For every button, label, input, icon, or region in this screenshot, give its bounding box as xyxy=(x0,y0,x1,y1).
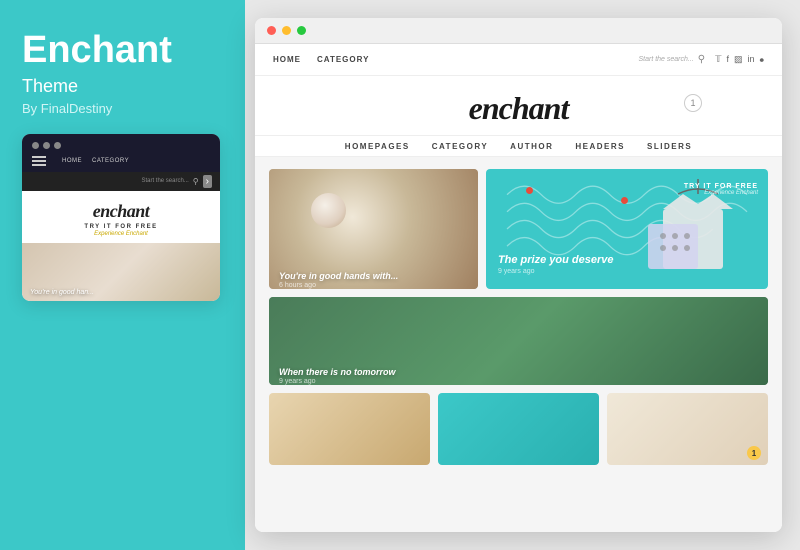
site-social-icons: 𝕋 f ▨ in ⦁ xyxy=(715,54,764,65)
mini-thumbnail: You're in good han... xyxy=(22,243,220,301)
site-nav-category[interactable]: CATEGORY xyxy=(317,55,369,64)
site-top-nav: HOME CATEGORY Start the search... ⚲ 𝕋 f … xyxy=(255,44,782,76)
grid-row-top: You're in good hands with... 6 hours ago xyxy=(269,169,768,289)
mini-preview-card: HOME CATEGORY Start the search... ⚲ › en… xyxy=(22,134,220,301)
card-bottom-3-badge: 1 xyxy=(747,446,761,460)
card-bot-3-img xyxy=(607,393,768,465)
site-logo: enchant xyxy=(255,90,782,127)
card-teal-clothes: TRY IT FOR FREE Experience Enchant The p… xyxy=(486,169,768,289)
nav-homepages[interactable]: HOMEPAGES xyxy=(345,142,410,151)
card-food-honey: You're in good hands with... 6 hours ago xyxy=(269,169,478,289)
mini-thumb-caption: You're in good han... xyxy=(30,289,94,296)
mini-hamburger-icon xyxy=(32,156,46,166)
card-top-left-caption: You're in good hands with... xyxy=(279,271,398,281)
browser-dot-red xyxy=(267,26,276,35)
mini-experience-label: Experience Enchant xyxy=(30,231,212,237)
try-badge-sub: Experience Enchant xyxy=(684,190,758,196)
grid-row-mid: When there is no tomorrow 9 years ago xyxy=(269,297,768,385)
instagram-icon[interactable]: ▨ xyxy=(734,54,743,65)
site-main-nav: HOMEPAGES CATEGORY AUTHOR HEADERS SLIDER… xyxy=(255,136,782,157)
browser-topbar xyxy=(255,18,782,44)
site-nav-left: HOME CATEGORY xyxy=(273,55,369,64)
sidebar-author: By FinalDestiny xyxy=(22,101,223,116)
browser-dot-green xyxy=(297,26,306,35)
pin-dot-1 xyxy=(526,187,533,194)
site-search-icon[interactable]: ⚲ xyxy=(698,54,705,65)
pinterest-icon[interactable]: ⦁ xyxy=(759,54,764,65)
mini-dot-1 xyxy=(32,142,39,149)
facebook-icon[interactable]: f xyxy=(726,54,729,65)
try-badge: TRY IT FOR FREE Experience Enchant xyxy=(684,183,758,196)
mini-try-label: TRY IT FOR FREE xyxy=(30,224,212,230)
mini-search-icon: ⚲ xyxy=(193,177,199,186)
grid-row-bottom: 1 xyxy=(269,393,768,465)
teal-card-content: The prize you deserve 9 years ago xyxy=(498,254,614,275)
mini-nav-category: CATEGORY xyxy=(92,158,129,164)
mini-logo-area: enchant TRY IT FOR FREE Experience Encha… xyxy=(22,191,220,243)
mini-dot-3 xyxy=(54,142,61,149)
sidebar-subtitle: Theme xyxy=(22,76,223,97)
card-bot-1-img xyxy=(269,393,430,465)
card-bottom-2 xyxy=(438,393,599,465)
teal-card-sub: 9 years ago xyxy=(498,268,614,275)
sidebar: Enchant Theme By FinalDestiny HOME CATEG… xyxy=(0,0,245,550)
mini-arrow-icon: › xyxy=(203,175,212,188)
notification-badge[interactable]: 1 xyxy=(684,94,702,112)
card-bottom-1 xyxy=(269,393,430,465)
try-badge-text: TRY IT FOR FREE xyxy=(684,183,758,190)
teal-card-title: The prize you deserve xyxy=(498,254,614,266)
site-nav-home[interactable]: HOME xyxy=(273,55,301,64)
browser-body: HOME CATEGORY Start the search... ⚲ 𝕋 f … xyxy=(255,44,782,532)
mini-nav-home: HOME xyxy=(62,158,82,164)
main-content: HOME CATEGORY Start the search... ⚲ 𝕋 f … xyxy=(245,0,800,550)
card-bottom-3: 1 xyxy=(607,393,768,465)
sidebar-title: Enchant xyxy=(22,30,223,72)
linkedin-icon[interactable]: in xyxy=(747,54,754,65)
nav-author[interactable]: AUTHOR xyxy=(510,142,553,151)
mini-nav-bar: HOME CATEGORY xyxy=(22,134,220,172)
pin-dot-2 xyxy=(621,197,628,204)
twitter-icon[interactable]: 𝕋 xyxy=(715,54,721,65)
card-plants: When there is no tomorrow 9 years ago xyxy=(269,297,768,385)
card-bot-2-img xyxy=(438,393,599,465)
site-search-label: Start the search... xyxy=(638,56,693,63)
content-grid: You're in good hands with... 6 hours ago xyxy=(255,157,782,532)
browser-dot-yellow xyxy=(282,26,291,35)
mini-logo-text: enchant xyxy=(30,201,212,222)
site-header: enchant 1 xyxy=(255,76,782,136)
nav-sliders[interactable]: SLIDERS xyxy=(647,142,692,151)
card-mid-caption: When there is no tomorrow xyxy=(279,367,396,377)
mini-dot-2 xyxy=(43,142,50,149)
mini-nav-links: HOME CATEGORY xyxy=(32,156,210,166)
site-search-area: Start the search... ⚲ xyxy=(638,54,705,65)
mini-search-bar: Start the search... ⚲ › xyxy=(22,172,220,191)
mini-search-label: Start the search... xyxy=(141,178,188,184)
site-nav-right: Start the search... ⚲ 𝕋 f ▨ in ⦁ xyxy=(638,54,764,65)
card-mid-sub: 9 years ago xyxy=(279,378,316,385)
mini-window-dots xyxy=(32,142,210,149)
card-top-left-sub: 6 hours ago xyxy=(279,282,316,289)
nav-category[interactable]: CATEGORY xyxy=(432,142,488,151)
browser-window: HOME CATEGORY Start the search... ⚲ 𝕋 f … xyxy=(255,18,782,532)
nav-headers[interactable]: HEADERS xyxy=(575,142,625,151)
